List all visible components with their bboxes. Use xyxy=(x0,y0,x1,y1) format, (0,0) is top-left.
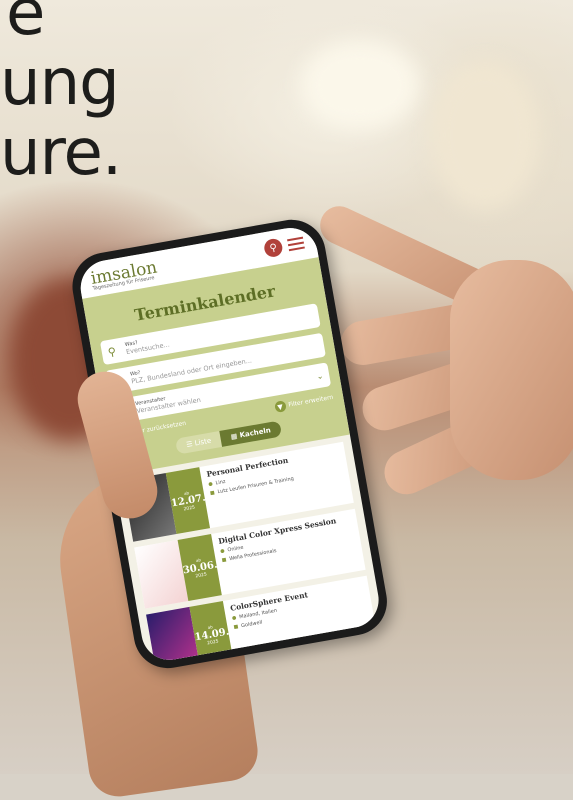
headline-line-2: ung xyxy=(0,46,120,120)
headline-line-3: ure. xyxy=(0,116,122,190)
search-icon[interactable]: ⚲ xyxy=(262,237,284,259)
headline-line-1: e xyxy=(6,0,45,50)
bokeh-light xyxy=(300,40,420,130)
chevron-down-icon: ⌄ xyxy=(315,370,324,381)
bokeh-light xyxy=(430,60,540,210)
tiles-view-label: Kacheln xyxy=(239,426,272,440)
list-view-label: Liste xyxy=(194,436,212,448)
list-view-button[interactable]: ☰ Liste xyxy=(175,431,223,455)
filter-extend-label: Filter erweitern xyxy=(287,393,334,409)
funnel-icon: ▼ xyxy=(273,400,287,414)
headline: e ung ure. xyxy=(0,0,122,190)
tiles-view-button[interactable]: ▦ Kacheln xyxy=(219,420,282,447)
hamburger-menu-icon[interactable] xyxy=(287,236,305,252)
filter-extend-button[interactable]: ▼ Filter erweitern xyxy=(273,392,334,414)
event-list: ab 12.07. 2025 Personal Perfection ● Linz ■… xyxy=(114,434,384,665)
right-hand xyxy=(313,200,573,502)
search-icon: ⚲ xyxy=(106,344,117,359)
